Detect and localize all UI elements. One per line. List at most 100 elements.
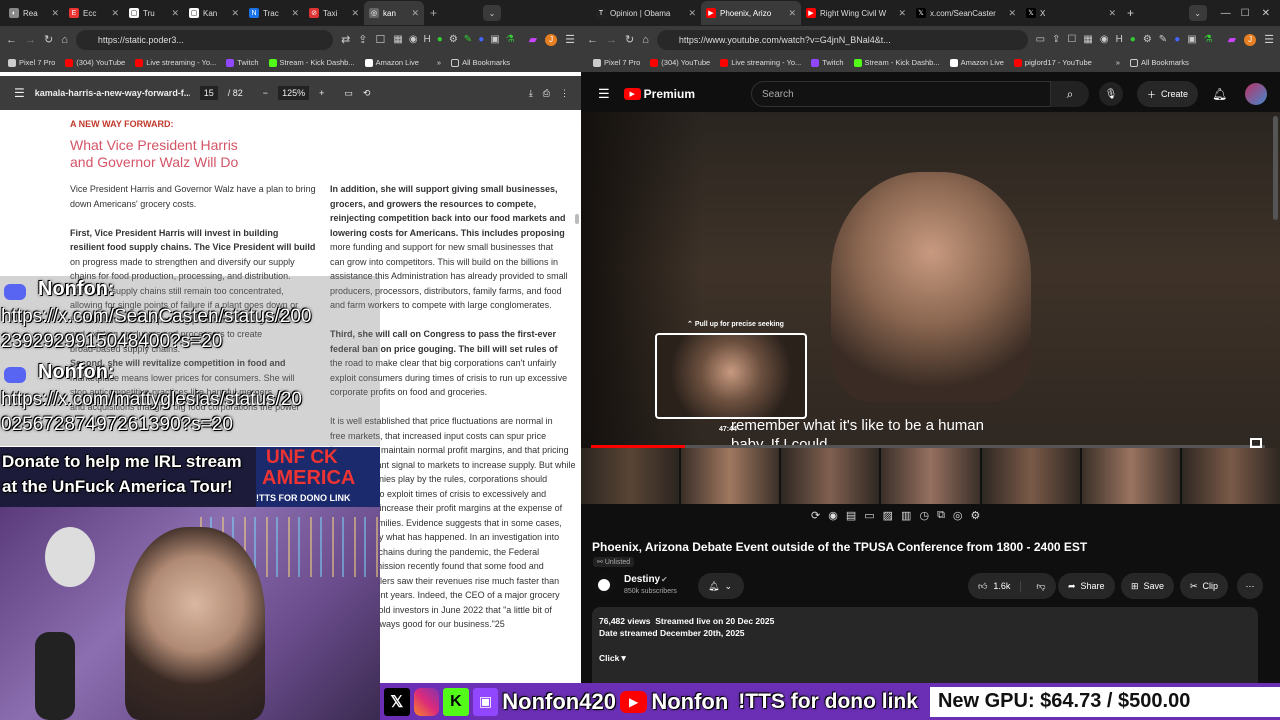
extension-icons[interactable]: ▦◉H●⚙✎●▣⚗ <box>393 34 520 45</box>
speed-icon[interactable]: ◷ <box>919 509 929 527</box>
youtube-logo[interactable]: ▶ Premium <box>623 87 695 101</box>
gear-icon[interactable]: ⚙ <box>971 509 981 527</box>
bookmark-kick[interactable]: Stream - Kick Dashb... <box>853 58 940 67</box>
home-icon[interactable]: ⌂ <box>642 34 649 46</box>
bookmark-pixel[interactable]: Pixel 7 Pro <box>8 58 55 67</box>
mic-icon[interactable]: 🎙 <box>1099 82 1124 106</box>
bookmark-youtube[interactable]: (304) YouTube <box>650 58 710 67</box>
home-icon[interactable]: ⌂ <box>61 34 68 46</box>
left-tab-7-active[interactable]: ◎ kan ✕ <box>364 1 424 25</box>
extension-purple-icon[interactable]: ▰ <box>1228 33 1236 46</box>
forward-icon[interactable]: → <box>606 34 617 46</box>
window-close-icon[interactable]: ✕ <box>1262 8 1270 19</box>
left-tab-5[interactable]: N Trac ✕ <box>244 1 304 25</box>
notification-bell-button[interactable]: 🔔︎ ⌄ <box>698 573 744 599</box>
all-bookmarks[interactable]: All Bookmarks <box>451 58 510 67</box>
pip-icon[interactable]: ⧉ <box>937 509 945 527</box>
fit-page-icon[interactable]: ▭ <box>344 88 353 99</box>
close-icon[interactable]: ✕ <box>788 8 796 19</box>
right-tab-1[interactable]: T Opinion | Obama ✕ <box>591 1 701 25</box>
profile-avatar-icon[interactable]: J <box>1244 33 1257 46</box>
left-tab-3[interactable]: ▢ Tru ✕ <box>124 1 184 25</box>
download-icon[interactable]: ⤓ <box>529 88 533 99</box>
all-bookmarks[interactable]: All Bookmarks <box>1129 58 1189 67</box>
create-button[interactable]: ＋ Create <box>1137 81 1199 107</box>
dislike-button[interactable]: 👎︎ <box>1026 581 1055 592</box>
bookmark-star-icon[interactable]: ☐ <box>376 33 386 46</box>
clip-button[interactable]: ✂ Clip <box>1180 573 1229 599</box>
bookmark-pixel[interactable]: Pixel 7 Pro <box>593 58 640 67</box>
save-button[interactable]: ⊞ Save <box>1121 573 1175 599</box>
channel-avatar[interactable] <box>593 574 615 596</box>
click-expander[interactable]: Click▼ <box>599 652 1251 664</box>
subtitles-icon[interactable]: ▤ <box>846 509 856 527</box>
audio-icon[interactable]: ◉ <box>828 509 838 527</box>
hamburger-icon[interactable]: ☰ <box>14 86 25 100</box>
close-icon[interactable]: ✕ <box>111 8 119 19</box>
bell-icon[interactable]: 🔔︎ <box>1212 87 1227 101</box>
left-tab-4[interactable]: ▢ Kan ✕ <box>184 1 244 25</box>
fullscreen-icon[interactable] <box>1250 438 1262 448</box>
extension-purple-icon[interactable]: ▰ <box>529 33 537 46</box>
close-icon[interactable]: ✕ <box>688 8 696 19</box>
like-button[interactable]: 👍︎ 1.6k <box>968 580 1022 592</box>
search-button[interactable]: ⌕ <box>1051 81 1090 107</box>
left-tab-2[interactable]: E Ecc ✕ <box>64 1 124 25</box>
tab-search-icon[interactable]: ⌄ <box>1188 5 1207 21</box>
close-icon[interactable]: ✕ <box>171 8 179 19</box>
zoom-level[interactable]: 125% <box>278 86 310 100</box>
close-icon[interactable]: ✕ <box>1008 8 1016 19</box>
zoom-in-icon[interactable]: + <box>319 88 324 98</box>
film-icon[interactable]: ▥ <box>901 509 911 527</box>
menu-icon[interactable]: ☰ <box>1264 33 1274 46</box>
cinema-icon[interactable]: ▭ <box>864 509 874 527</box>
reload-icon[interactable]: ↻ <box>44 33 53 46</box>
url-field[interactable]: https://static.poder3... <box>75 29 334 50</box>
close-icon[interactable]: ✕ <box>51 8 59 19</box>
close-icon[interactable]: ✕ <box>291 8 299 19</box>
hamburger-icon[interactable]: ☰ <box>598 86 610 102</box>
bookmark-twitch[interactable]: Twitch <box>811 58 844 67</box>
bookmarks-overflow-icon[interactable]: » <box>1116 58 1120 67</box>
translate-icon[interactable]: ⇄ <box>341 33 350 46</box>
new-tab-icon[interactable]: + <box>1127 6 1134 20</box>
close-icon[interactable]: ✕ <box>351 8 359 19</box>
left-tab-6[interactable]: ⊘ Taxi ✕ <box>304 1 364 25</box>
url-field[interactable]: https://www.youtube.com/watch?v=G4jnN_BN… <box>656 29 1028 50</box>
zoom-out-icon[interactable]: − <box>263 88 268 98</box>
more-icon[interactable]: ⋮ <box>560 88 569 99</box>
share-icon[interactable]: ⇪ <box>358 33 367 46</box>
back-icon[interactable]: ← <box>587 34 598 46</box>
back-icon[interactable]: ← <box>6 34 17 46</box>
loop-icon[interactable]: ⟳ <box>811 509 820 527</box>
screenshot-icon[interactable]: ◎ <box>953 509 963 527</box>
pdf-scrollbar[interactable] <box>575 214 579 224</box>
page-scrollbar[interactable] <box>1273 116 1278 220</box>
reload-icon[interactable]: ↻ <box>625 33 634 46</box>
left-tab-1[interactable]: ◐ Rea ✕ <box>4 1 64 25</box>
bookmark-piglord[interactable]: piglord17 - YouTube <box>1013 58 1092 67</box>
bookmark-twitch[interactable]: Twitch <box>226 58 259 67</box>
right-tab-5[interactable]: 𝕏 X ✕ <box>1021 1 1121 25</box>
close-icon[interactable]: ✕ <box>411 8 419 19</box>
right-tab-4[interactable]: 𝕏x.com/SeanCaster ✕ <box>911 1 1021 25</box>
page-number-input[interactable]: 15 <box>199 86 218 100</box>
close-icon[interactable]: ✕ <box>898 8 906 19</box>
bookmark-amazon[interactable]: Amazon Live <box>364 58 419 67</box>
print-icon[interactable]: ⎙ <box>543 88 550 99</box>
new-tab-icon[interactable]: + <box>430 6 437 20</box>
forward-icon[interactable]: → <box>25 34 36 46</box>
bookmark-live[interactable]: Live streaming - Yo... <box>135 58 216 67</box>
search-input[interactable]: Search <box>751 81 1052 107</box>
bookmark-youtube[interactable]: (304) YouTube <box>65 58 125 67</box>
tab-search-icon[interactable]: ⌄ <box>483 5 501 21</box>
more-actions-button[interactable]: ⋯ <box>1237 573 1263 599</box>
video-player[interactable]: ⌃ Pull up for precise seeking 47:44 reme… <box>581 112 1280 504</box>
right-tab-3[interactable]: ▶ Right Wing Civil W ✕ <box>801 1 911 25</box>
right-tab-2-active[interactable]: ▶ Phoenix, Arizo ✕ <box>701 1 801 25</box>
share-button[interactable]: ➦ Share <box>1058 573 1115 599</box>
image-icon[interactable]: ▨ <box>883 509 893 527</box>
close-icon[interactable]: ✕ <box>231 8 239 19</box>
bookmark-kick[interactable]: Stream - Kick Dashb... <box>268 58 355 67</box>
profile-avatar-icon[interactable]: J <box>545 33 558 46</box>
